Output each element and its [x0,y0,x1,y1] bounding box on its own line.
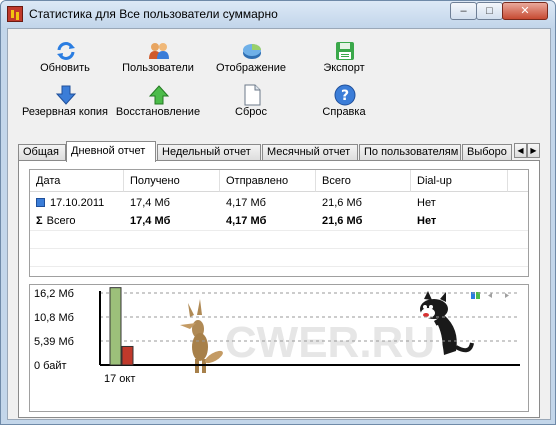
help-label: Справка [322,106,366,118]
column-header-total[interactable]: Всего [316,170,411,192]
help-icon: ? [334,84,356,106]
app-icon [7,6,23,22]
pie-chart-icon [243,44,261,59]
table-row[interactable]: 17.10.2011 [30,194,124,212]
cell-total: 21,6 Мб [322,197,362,209]
arrow-down-icon [55,85,77,105]
total-total: 21,6 Мб [322,215,363,227]
refresh-button[interactable]: Обновить [17,38,113,80]
coyote-cartoon-image [180,299,223,373]
users-button[interactable]: Пользователи [110,38,206,80]
restore-label: Восстановление [115,106,201,118]
column-header-received[interactable]: Получено [124,170,220,192]
cell-dialup: Нет [417,197,436,209]
x-tick-label: 17 окт [104,373,135,385]
users-icon [149,43,169,59]
watermark-text: CWER.RU [225,318,435,367]
export-label: Экспорт [323,62,365,74]
bar-series-0[interactable] [109,287,122,366]
help-button[interactable]: ? Справка [296,82,392,124]
export-button[interactable]: Экспорт [296,38,392,80]
tab-general[interactable]: Общая [18,144,66,161]
total-dialup: Нет [417,215,437,227]
column-header-filler [508,170,528,192]
daily-report-panel: Дата Получено Отправлено Всего Dial-up 1… [18,160,540,418]
row-divider [30,248,528,249]
column-header-dialup[interactable]: Dial-up [411,170,508,192]
tab-scroll-left-icon[interactable]: ◀ [514,143,527,158]
display-button[interactable]: Отображение [203,38,299,80]
total-received: 17,4 Мб [130,215,171,227]
maximize-button[interactable]: □ [476,2,503,20]
reset-button[interactable]: Сброс [203,82,299,124]
total-label: Всего [46,215,76,227]
cell-date: 17.10.2011 [50,197,105,209]
arrow-up-icon [148,85,170,105]
tab-selection[interactable]: Выборо [462,144,512,161]
y-tick-label: 5,39 Мб [34,336,74,348]
users-label: Пользователи [122,62,194,74]
close-button[interactable]: ✕ [502,2,548,20]
bar-series-1[interactable] [121,345,134,366]
tab-weekly-report[interactable]: Недельный отчет [157,144,261,161]
save-disk-icon [336,42,354,60]
refresh-label: Обновить [40,62,90,74]
row-divider [30,230,528,231]
minimize-button[interactable]: – [450,2,477,20]
tab-by-users[interactable]: По пользователям [359,144,461,161]
table-total-row[interactable]: Σ Всего [30,212,124,230]
refresh-icon [57,42,75,60]
window-title: Статистика для Все пользователи суммарно [29,7,278,21]
report-tabs: Общая Дневной отчет Недельный отчет Меся… [18,141,540,162]
backup-label: Резервная копия [21,106,109,118]
reset-label: Сброс [235,106,267,118]
sigma-icon: Σ [36,215,43,227]
backup-button[interactable]: Резервная копия [17,82,113,124]
restore-button[interactable]: Восстановление [110,82,206,124]
title-bar[interactable]: Статистика для Все пользователи суммарно… [1,1,555,28]
day-marker-icon [36,198,45,207]
display-label: Отображение [216,62,286,74]
column-header-date[interactable]: Дата [30,170,124,192]
report-table: Дата Получено Отправлено Всего Dial-up 1… [29,169,529,277]
row-divider [30,266,528,267]
total-sent: 4,17 Мб [226,215,267,227]
tab-daily-report[interactable]: Дневной отчет [66,141,156,162]
main-content: Обновить Пользователи Отображение Экспор… [7,28,551,420]
traffic-chart: CWER.RU 16,2 Мб 10,8 Мб 5,39 Мб 0 байт 1… [29,284,529,412]
svg-text:?: ? [341,88,349,104]
y-tick-label: 16,2 Мб [34,288,74,300]
y-tick-label: 0 байт [34,360,67,372]
tab-monthly-report[interactable]: Месячный отчет [262,144,358,161]
app-window: Статистика для Все пользователи суммарно… [0,0,556,425]
cell-received: 17,4 Мб [130,197,170,209]
tab-scroll-right-icon[interactable]: ▶ [527,143,540,158]
column-header-sent[interactable]: Отправлено [220,170,316,192]
traffic-chart-svg: CWER.RU 16,2 Мб10,8 Мб5,39 Мб0 байт 17 о… [34,287,520,385]
y-tick-label: 10,8 Мб [34,312,74,324]
document-icon [244,84,261,106]
cell-sent: 4,17 Мб [226,197,266,209]
